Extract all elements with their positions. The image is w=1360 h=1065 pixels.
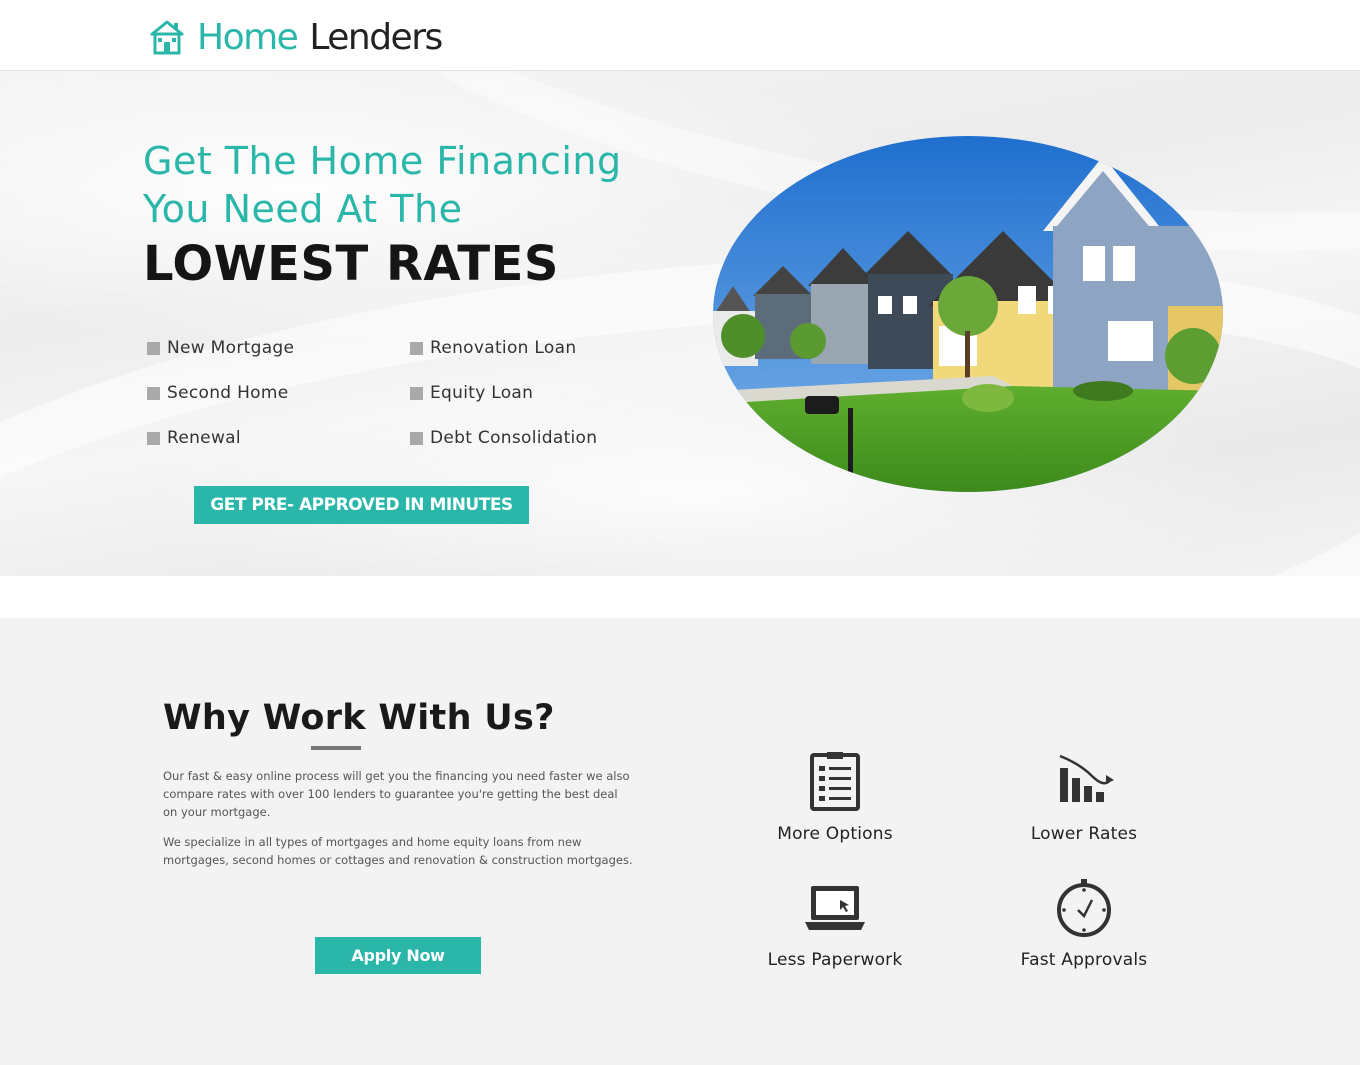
benefit-label: Fast Approvals (1020, 950, 1148, 970)
get-pre-approved-button[interactable]: GET PRE- APPROVED IN MINUTES (194, 486, 529, 524)
square-bullet-icon (410, 386, 423, 400)
list-item: Renovation Loan (410, 337, 647, 359)
clipboard-list-icon (810, 752, 860, 811)
list-item: Renewal (147, 427, 410, 449)
suburban-houses-image (713, 136, 1223, 492)
why-paragraph-1: Our fast & easy online process will get … (163, 769, 630, 819)
square-bullet-icon (147, 341, 160, 355)
list-item: Equity Loan (410, 382, 647, 404)
list-item-label: Renewal (167, 428, 241, 448)
benefit-fast-approvals: Fast Approvals (959, 876, 1209, 970)
square-bullet-icon (147, 386, 160, 400)
loan-type-list: New Mortgage Renovation Loan Second Home… (147, 337, 647, 449)
square-bullet-icon (410, 341, 423, 355)
list-item-label: Second Home (167, 383, 289, 403)
site-header: Home Lenders (0, 0, 1360, 71)
list-item-label: Renovation Loan (430, 338, 577, 358)
logo-text-lenders: Lenders (309, 16, 443, 58)
hero-section: Get The Home Financing You Need At The L… (0, 71, 1360, 576)
section-title: Why Work With Us? (163, 698, 555, 738)
title-underline (311, 746, 361, 750)
house-logo-icon (150, 20, 184, 55)
benefit-more-options: More Options (710, 750, 960, 844)
benefit-label: More Options (777, 824, 893, 844)
why-work-with-us-section: Why Work With Us? Our fast & easy online… (0, 618, 1360, 1065)
list-item-label: New Mortgage (167, 338, 295, 358)
benefit-label: Less Paperwork (767, 950, 903, 970)
apply-now-button[interactable]: Apply Now (315, 937, 481, 974)
logo-text-home: Home (197, 16, 299, 58)
clock-icon (1057, 879, 1111, 937)
bar-chart-down-icon (1059, 754, 1114, 802)
list-item-label: Debt Consolidation (430, 428, 598, 448)
hero-headline-emphasis: LOWEST RATES (143, 236, 559, 292)
square-bullet-icon (410, 431, 423, 445)
hero-headline-line1: Get The Home Financing (143, 139, 622, 183)
list-item: New Mortgage (147, 337, 410, 359)
why-paragraph-2: We specialize in all types of mortgages … (163, 835, 633, 867)
square-bullet-icon (147, 431, 160, 445)
list-item: Debt Consolidation (410, 427, 647, 449)
benefit-label: Lower Rates (1030, 824, 1138, 844)
laptop-icon (805, 886, 865, 930)
hero-headline-line2: You Need At The (143, 187, 463, 231)
list-item: Second Home (147, 382, 410, 404)
benefit-less-paperwork: Less Paperwork (710, 876, 960, 970)
section-divider (0, 576, 1360, 618)
list-item-label: Equity Loan (430, 383, 534, 403)
benefit-lower-rates: Lower Rates (959, 750, 1209, 844)
logo[interactable]: Home Lenders (147, 14, 443, 60)
hero-headline: Get The Home Financing You Need At The (143, 137, 622, 233)
